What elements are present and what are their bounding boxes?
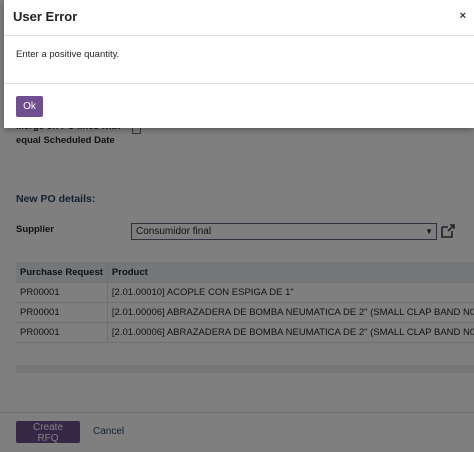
dialog-body: Enter a positive quantity. bbox=[4, 36, 474, 84]
dialog-header: User Error × bbox=[4, 0, 474, 36]
error-message: Enter a positive quantity. bbox=[16, 49, 120, 60]
user-error-dialog: User Error × Enter a positive quantity. … bbox=[4, 0, 474, 128]
close-icon[interactable]: × bbox=[460, 10, 466, 22]
ok-button[interactable]: Ok bbox=[16, 96, 43, 117]
dialog-title: User Error bbox=[13, 9, 78, 24]
